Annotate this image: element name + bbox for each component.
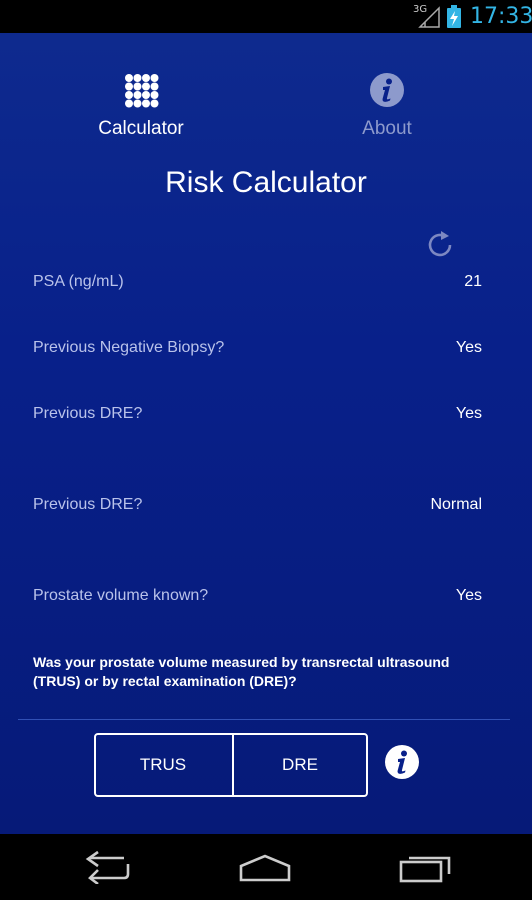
field-value: 21 [464, 273, 482, 290]
info-icon[interactable] [384, 744, 420, 780]
clock: 17:33 [470, 4, 532, 29]
tab-about-label: About [362, 118, 412, 139]
field-value: Yes [455, 587, 482, 604]
battery-charging-icon [447, 5, 461, 28]
field-label: PSA (ng/mL) [33, 273, 124, 290]
dre-button[interactable]: DRE [232, 735, 366, 795]
field-previous-dre[interactable]: Previous DRE? Yes [33, 399, 482, 429]
field-previous-dre-result[interactable]: Previous DRE? Normal [33, 490, 482, 520]
status-bar: 3G 17:33 [0, 0, 532, 33]
field-value: Normal [430, 496, 482, 513]
tab-about[interactable]: About [312, 68, 462, 148]
refresh-icon[interactable] [425, 229, 457, 261]
field-value: Yes [455, 405, 482, 422]
trus-button[interactable]: TRUS [96, 735, 230, 795]
home-icon[interactable] [235, 850, 295, 884]
volume-method-toggle: TRUS DRE [94, 733, 368, 797]
field-label: Previous Negative Biopsy? [33, 339, 225, 356]
field-previous-negative-biopsy[interactable]: Previous Negative Biopsy? Yes [33, 333, 482, 363]
volume-method-question: Was your prostate volume measured by tra… [33, 654, 450, 689]
field-psa[interactable]: PSA (ng/mL) 21 [33, 267, 482, 297]
recent-apps-icon[interactable] [395, 850, 455, 884]
field-value: Yes [455, 339, 482, 356]
field-label: Previous DRE? [33, 405, 143, 422]
info-icon [370, 73, 404, 107]
signal-icon [418, 6, 440, 28]
field-label: Prostate volume known? [33, 587, 209, 604]
field-prostate-volume-known[interactable]: Prostate volume known? Yes [33, 581, 482, 611]
divider [18, 719, 510, 720]
grid-icon [125, 74, 159, 108]
tab-calculator[interactable]: Calculator [66, 68, 216, 148]
tab-calculator-label: Calculator [98, 118, 184, 139]
back-icon[interactable] [78, 850, 138, 884]
page-title: Risk Calculator [165, 166, 367, 199]
field-label: Previous DRE? [33, 496, 143, 513]
app-screen: Calculator About Risk Calculator PSA (ng… [0, 33, 532, 834]
navigation-bar [0, 834, 532, 900]
